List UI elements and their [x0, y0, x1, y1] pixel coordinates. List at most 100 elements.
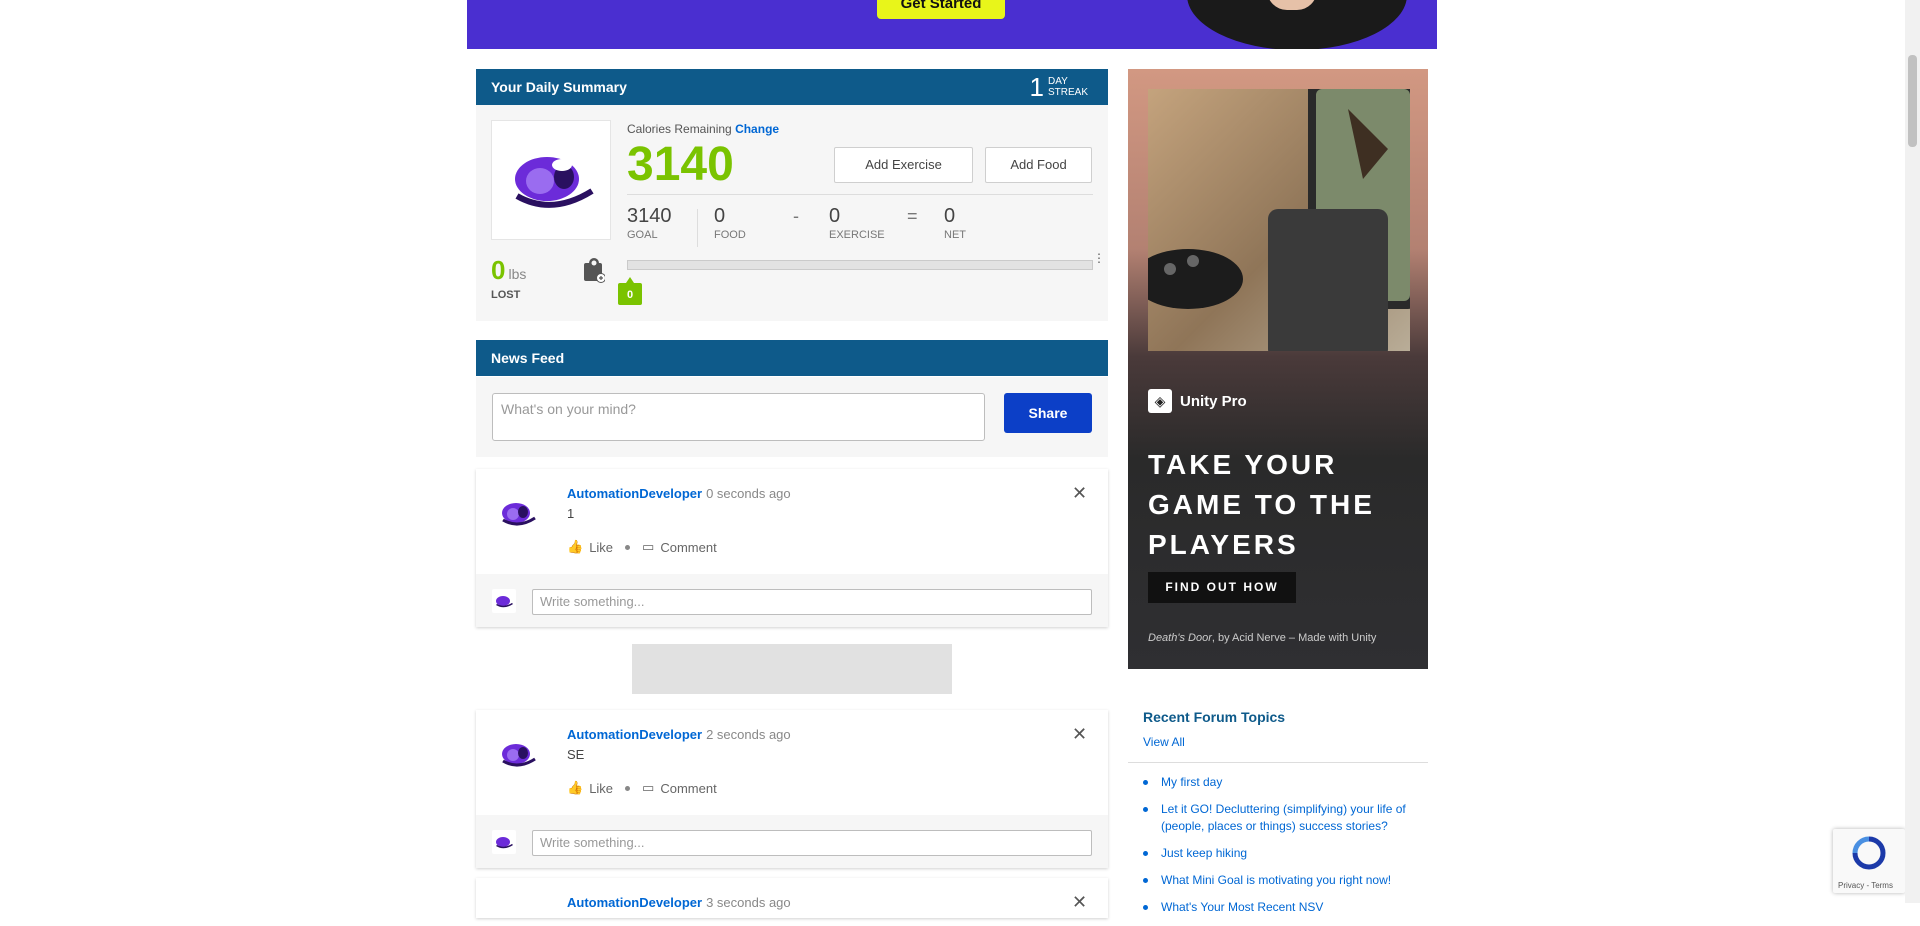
- post-text: 1: [567, 506, 575, 521]
- food-cell: 0 FOOD: [714, 205, 746, 241]
- forum-topic[interactable]: Just keep hiking: [1143, 845, 1423, 862]
- food-value: 0: [714, 205, 726, 227]
- recaptcha-badge[interactable]: Privacy - Terms: [1833, 829, 1905, 893]
- weight-lost-label: LOST: [491, 289, 521, 301]
- close-icon[interactable]: ✕: [1072, 484, 1087, 502]
- news-feed-title: News Feed: [491, 350, 565, 366]
- comment-icon[interactable]: ▭: [642, 539, 654, 555]
- progress-marker: 0: [618, 277, 642, 305]
- close-icon[interactable]: ✕: [1072, 725, 1087, 743]
- news-feed-header: News Feed: [476, 340, 1108, 376]
- streak-label-day: DAY: [1047, 76, 1068, 87]
- page-scrollbar[interactable]: [1905, 0, 1920, 903]
- ad-footer-game: Death's Door: [1148, 632, 1212, 644]
- unity-side-ad[interactable]: ◈ Unity Pro TAKE YOUR GAME TO THE PLAYER…: [1128, 69, 1428, 669]
- recaptcha-icon: [1852, 836, 1886, 870]
- ad-headline: TAKE YOUR GAME TO THE PLAYERS: [1148, 449, 1375, 560]
- ad-footer: Death's Door, by Acid Nerve – Made with …: [1148, 632, 1376, 644]
- ad-brand-name: Unity Pro: [1180, 392, 1247, 410]
- goal-label: GOAL: [627, 229, 658, 241]
- feed-post: AutomationDeveloper 0 seconds ago 1 ✕ 👍 Li…: [476, 469, 1108, 627]
- ad-game-image: [1133, 79, 1418, 359]
- profile-logo-icon: [515, 157, 594, 208]
- comment-button[interactable]: Comment: [660, 540, 716, 555]
- comment-avatar-icon: [496, 596, 513, 608]
- exercise-label: EXERCISE: [829, 229, 885, 241]
- daily-summary-title: Your Daily Summary: [491, 79, 627, 95]
- post-time: 0 seconds ago: [706, 486, 791, 501]
- minus-sign: -: [793, 206, 799, 226]
- top-banner-ad[interactable]: Get Started: [467, 0, 1437, 49]
- post-text: SE: [567, 747, 585, 762]
- food-label: FOOD: [714, 229, 746, 241]
- equation-divider: [627, 194, 1093, 195]
- weight-lost-unit: lbs: [508, 266, 527, 282]
- streak-label-streak: STREAK: [1047, 87, 1088, 98]
- forum-view-all-link[interactable]: View All: [1143, 735, 1185, 749]
- close-icon[interactable]: ✕: [1072, 893, 1087, 911]
- comment-icon[interactable]: ▭: [642, 780, 654, 796]
- weight-lost: 0 lbs LOST: [491, 255, 526, 301]
- comment-bar: Write something...: [476, 815, 1108, 868]
- find-out-how-button[interactable]: FIND OUT HOW: [1148, 572, 1296, 603]
- post-avatar[interactable]: [494, 489, 542, 537]
- profile-avatar[interactable]: [491, 120, 611, 240]
- calorie-progress-bar: [627, 260, 1093, 270]
- recaptcha-text[interactable]: Privacy - Terms: [1838, 881, 1893, 890]
- forum-topic[interactable]: Let it GO! Decluttering (simplifying) yo…: [1143, 801, 1423, 835]
- change-link[interactable]: Change: [735, 122, 779, 136]
- streak-number: 1: [1029, 72, 1044, 102]
- feed-post: AutomationDeveloper 3 seconds ago ✕: [476, 878, 1108, 918]
- equals-sign: =: [907, 206, 918, 226]
- action-separator: [625, 785, 631, 791]
- comment-button[interactable]: Comment: [660, 781, 716, 796]
- inline-ad-placeholder: [632, 644, 952, 694]
- ad-game-artwork: [1133, 79, 1418, 359]
- forum-topic[interactable]: What Mini Goal is motivating you right n…: [1143, 872, 1423, 889]
- scrollbar-thumb[interactable]: [1908, 55, 1917, 147]
- unity-logo-icon: ◈: [1148, 389, 1172, 413]
- goal-value: 3140: [627, 205, 672, 227]
- daily-summary-body: 0 lbs LOST Calories Remaining Change 3140…: [476, 105, 1108, 321]
- post-username[interactable]: AutomationDeveloper: [567, 486, 702, 501]
- comment-avatar: [492, 589, 516, 613]
- net-label: NET: [944, 229, 966, 241]
- weigh-in-icon[interactable]: [583, 257, 605, 283]
- daily-summary-header: Your Daily Summary 1 DAY STREAK: [476, 69, 1108, 105]
- weight-lost-value: 0: [491, 255, 506, 285]
- like-button[interactable]: Like: [589, 781, 613, 796]
- progress-end-marker: ⋮: [1093, 251, 1105, 265]
- comment-avatar: [492, 830, 516, 854]
- comment-bar: Write something...: [476, 574, 1108, 627]
- status-input[interactable]: What's on your mind?: [492, 393, 985, 441]
- ad-footer-text: , by Acid Nerve – Made with Unity: [1211, 632, 1377, 644]
- net-cell: 0 NET: [944, 205, 966, 241]
- forum-topic-list: My first day Let it GO! Decluttering (si…: [1143, 774, 1423, 926]
- goal-cell: 3140 GOAL: [627, 205, 672, 241]
- thumbs-up-icon[interactable]: 👍: [567, 539, 583, 555]
- forum-divider: [1128, 762, 1428, 763]
- add-exercise-button[interactable]: Add Exercise: [834, 147, 973, 183]
- forum-topic[interactable]: My first day: [1143, 774, 1423, 791]
- comment-avatar-icon: [496, 837, 513, 849]
- comment-input[interactable]: Write something...: [532, 589, 1092, 615]
- post-time: 2 seconds ago: [706, 727, 791, 742]
- calories-remaining-value: 3140: [627, 138, 734, 191]
- get-started-button[interactable]: Get Started: [877, 0, 1005, 19]
- post-avatar[interactable]: [494, 730, 542, 778]
- status-compose: What's on your mind? Share: [476, 377, 1108, 457]
- share-button[interactable]: Share: [1004, 393, 1092, 433]
- forum-topic[interactable]: What's Your Most Recent NSV: [1143, 899, 1423, 916]
- thumbs-up-icon[interactable]: 👍: [567, 780, 583, 796]
- like-button[interactable]: Like: [589, 540, 613, 555]
- comment-input[interactable]: Write something...: [532, 830, 1092, 856]
- post-username[interactable]: AutomationDeveloper: [567, 727, 702, 742]
- streak-counter: 1 DAY STREAK: [1030, 73, 1088, 101]
- action-separator: [625, 544, 631, 550]
- forum-section-title: Recent Forum Topics: [1143, 709, 1286, 725]
- exercise-cell: 0 EXERCISE: [829, 205, 885, 241]
- add-food-button[interactable]: Add Food: [985, 147, 1092, 183]
- goal-separator: [697, 209, 698, 247]
- calories-remaining-label: Calories Remaining Change: [627, 122, 780, 136]
- feed-post: AutomationDeveloper 2 seconds ago SE ✕ 👍 L…: [476, 710, 1108, 868]
